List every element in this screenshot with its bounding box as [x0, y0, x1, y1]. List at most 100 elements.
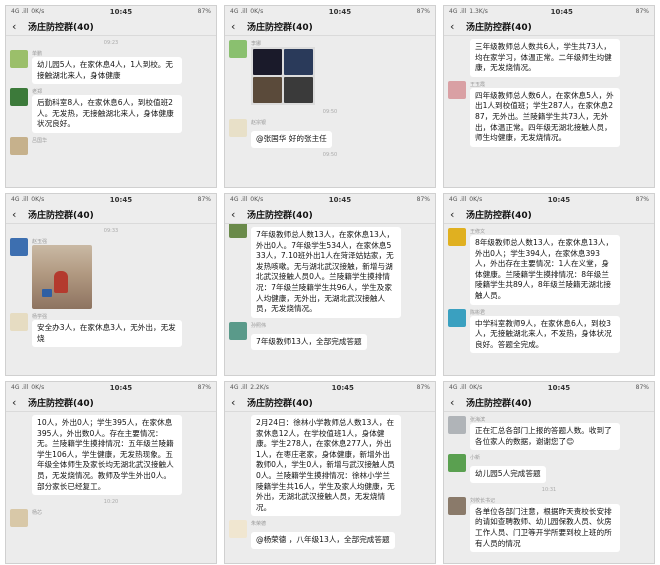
chat-header: ‹ 汤庄防控群(40) [225, 17, 435, 36]
message-timestamp: 09:50 [322, 109, 338, 115]
battery-level: 87% [197, 196, 211, 203]
avatar[interactable] [10, 238, 28, 256]
battery-level: 87% [197, 384, 211, 391]
message-body: 王玉霞 四年级教师总人数6人，在家休息5人，外出1人到校值班；学生287人，在家休… [470, 81, 650, 147]
message-list[interactable]: 09:23 单鹏 幼儿园5人，在家休息4人，1人到校。无接触湖北来人，身体健康 老郑后… [6, 36, 216, 187]
status-time: 10:45 [547, 195, 571, 204]
network-speed: 1.3K/s [469, 8, 488, 15]
back-arrow-icon[interactable]: ‹ [231, 397, 243, 408]
sender-name [251, 224, 431, 226]
message-row: 7年级教师总人数13人，在家休息13人，外出0人。7年级学生534人，在家休息5… [229, 224, 431, 318]
message-bubble[interactable]: 7年级教师13人，全部完成答题 [251, 333, 367, 351]
back-arrow-icon[interactable]: ‹ [12, 21, 24, 32]
chat-header: ‹ 汤庄防控群(40) [6, 17, 216, 36]
message-bubble[interactable]: @张国华 好的张主任 [251, 131, 332, 148]
message-body: 王修文 8年级教师总人数13人，在家休息13人，外出0人；学生394人，在家休息3… [470, 228, 650, 305]
message-bubble[interactable]: 幼儿园5人完成答题 [470, 466, 546, 483]
message-list[interactable]: 7年级教师总人数13人，在家休息13人，外出0人。7年级学生534人，在家休息5… [225, 224, 435, 375]
status-left: 4G .ill 0K/s [11, 8, 44, 15]
signal-indicator: 4G .ill [11, 196, 29, 203]
sender-name: 朱荣德 [251, 521, 267, 528]
back-arrow-icon[interactable]: ‹ [12, 209, 24, 220]
status-left: 4G .ill 0K/s [449, 384, 482, 391]
message-list[interactable]: 王修文 8年级教师总人数13人，在家休息13人，外出0人；学生394人，在家休息3… [444, 224, 654, 375]
chat-screenshot: 4G .ill 0K/s 10:45 87% ‹ 汤庄防控群(40) 10人，外出0人；学生… [5, 381, 217, 564]
image-message[interactable] [251, 47, 315, 105]
avatar[interactable] [229, 119, 247, 137]
photo-message[interactable] [32, 245, 92, 309]
battery-level: 87% [635, 8, 649, 15]
avatar[interactable] [448, 80, 466, 99]
avatar[interactable] [10, 88, 28, 107]
avatar[interactable] [448, 496, 466, 515]
message-bubble[interactable]: 三年级教师总人数共6人，学生共73人，均在家学习，体温正常。二年级师生均健康，无… [470, 39, 620, 77]
avatar[interactable] [10, 313, 28, 331]
message-row: 刘校长书记 各单位各部门注意，根据昨天责校长安排的请如查聘教师、幼儿园保教人员、伙… [448, 496, 650, 553]
sender-name: 吕国华 [32, 137, 48, 144]
status-left: 4G .ill 0K/s [230, 196, 263, 203]
sender-name: 李娜 [251, 41, 262, 47]
message-row: 2月24日：徐林小学教师总人数13人，在家休息12人，在学校值班1人，身体健康。… [229, 412, 431, 517]
message-bubble[interactable]: 2月24日：徐林小学教师总人数13人，在家休息12人，在学校值班1人，身体健康。… [251, 415, 401, 517]
sender-name: 陈彬君 [470, 309, 486, 316]
back-arrow-icon[interactable]: ‹ [450, 209, 462, 220]
message-list[interactable]: 李娜 09:50 赵宗银 @张国华 好的张主任 09:50 [225, 36, 435, 187]
signal-indicator: 4G .ill [230, 196, 248, 203]
status-right: 87% [636, 196, 649, 203]
message-row: 老郑 后勤科室8人，在家休息6人，到校值班2人。无发热，无接触湖北来人，身体健康状… [10, 88, 212, 133]
avatar[interactable] [10, 50, 28, 68]
avatar[interactable] [448, 454, 466, 473]
status-right: 87% [417, 8, 430, 15]
message-bubble[interactable]: 四年级教师总人数6人，在家休息5人，外出1人到校值班；学生287人，在家休息28… [470, 87, 620, 147]
avatar[interactable] [10, 509, 28, 528]
message-bubble[interactable]: 10人，外出0人；学生395人，在家休息395人，外出数0人。存在主要情况：无。… [32, 415, 182, 496]
message-bubble[interactable]: @杨荣德 ，八年级13人，全部完成答题 [251, 532, 395, 549]
message-list[interactable]: 10人，外出0人；学生395人，在家休息395人，外出数0人。存在主要情况：无。… [6, 412, 216, 563]
avatar[interactable] [229, 321, 247, 340]
battery-level: 87% [635, 384, 649, 391]
status-bar: 4G .ill 0K/s 10:45 87% [6, 382, 216, 393]
avatar[interactable] [229, 520, 247, 539]
message-bubble[interactable]: 7年级教师总人数13人，在家休息13人，外出0人。7年级学生534人，在家休息5… [251, 227, 401, 318]
back-arrow-icon[interactable]: ‹ [450, 21, 462, 32]
back-arrow-icon[interactable]: ‹ [12, 397, 24, 408]
back-arrow-icon[interactable]: ‹ [231, 209, 243, 220]
sender-name: 张海滨 [470, 417, 486, 423]
avatar[interactable] [448, 308, 466, 327]
message-list[interactable]: 2月24日：徐林小学教师总人数13人，在家休息12人，在学校值班1人，身体健康。… [225, 412, 435, 563]
back-arrow-icon[interactable]: ‹ [231, 21, 243, 32]
network-speed: 0K/s [31, 8, 45, 15]
sender-name: 杨学强 [32, 314, 48, 320]
message-list[interactable]: 三年级教师总人数共6人，学生共73人，均在家学习，体温正常。二年级师生均健康，无… [444, 36, 654, 187]
status-time: 10:45 [328, 195, 352, 204]
avatar[interactable] [229, 40, 247, 58]
message-row: 赵宗银 @张国华 好的张主任 [229, 119, 431, 148]
status-time: 10:45 [550, 7, 573, 16]
avatar[interactable] [10, 136, 28, 155]
message-bubble[interactable]: 8年级教师总人数13人，在家休息13人，外出0人；学生394人，在家休息393人… [470, 235, 620, 305]
signal-indicator: 4G .ill [449, 384, 467, 391]
message-bubble[interactable]: 各单位各部门注意，根据昨天责校长安排的请如查聘教师、幼儿园保教人员、伙房工作人员… [470, 503, 620, 553]
chat-screenshot: 4G .ill 0K/s 10:45 87% ‹ 汤庄防控群(40) 李娜 09:50 赵宗银 @… [224, 5, 436, 188]
message-bubble[interactable]: 后勤科室8人，在家休息6人，到校值班2人。无发热，无接触湖北来人，身体健康状况良… [32, 95, 182, 133]
status-right: 87% [198, 8, 211, 15]
sender-name: 杨芯 [32, 510, 43, 517]
message-list[interactable]: 张海滨 正在汇总各部门上报的答题人数。收到了各位家人的数据，谢谢您了😊 小新 幼儿园5… [444, 412, 654, 563]
message-list[interactable]: 09:33 赵玉强 杨学强 安全办3人，在家休息3人，无外出，无发烧 [6, 224, 216, 375]
message-bubble[interactable]: 正在汇总各部门上报的答题人数。收到了各位家人的数据，谢谢您了😊 [470, 423, 620, 451]
chat-screenshot: 4G .ill 0K/s 10:45 87% ‹ 汤庄防控群(40) 王修文 8年级教师总人数… [443, 193, 655, 376]
message-bubble[interactable]: 中学科室教师9人，在家休息6人，到校3人，无接触湖北来人，不发热，身体状况良好。… [470, 315, 620, 354]
network-speed: 0K/s [31, 384, 45, 391]
avatar[interactable] [448, 416, 466, 434]
message-body: 赵玉强 [32, 238, 212, 309]
avatar[interactable] [229, 224, 247, 238]
message-timestamp: 10:31 [541, 486, 557, 493]
sender-name: 王修文 [470, 229, 486, 235]
message-bubble[interactable]: 幼儿园5人，在家休息4人，1人到校。无接触湖北来人，身体健康 [32, 57, 182, 85]
message-bubble[interactable]: 安全办3人，在家休息3人，无外出，无发烧 [32, 320, 182, 348]
avatar[interactable] [448, 228, 466, 246]
chat-screenshot: 4G .ill 2.2K/s 10:45 87% ‹ 汤庄防控群(40) 2月24日：徐林小… [224, 381, 436, 564]
sender-name [251, 412, 431, 414]
back-arrow-icon[interactable]: ‹ [450, 397, 462, 408]
message-body: 陈彬君 中学科室教师9人，在家休息6人，到校3人，无接触湖北来人，不发热，身体状况… [470, 309, 650, 354]
